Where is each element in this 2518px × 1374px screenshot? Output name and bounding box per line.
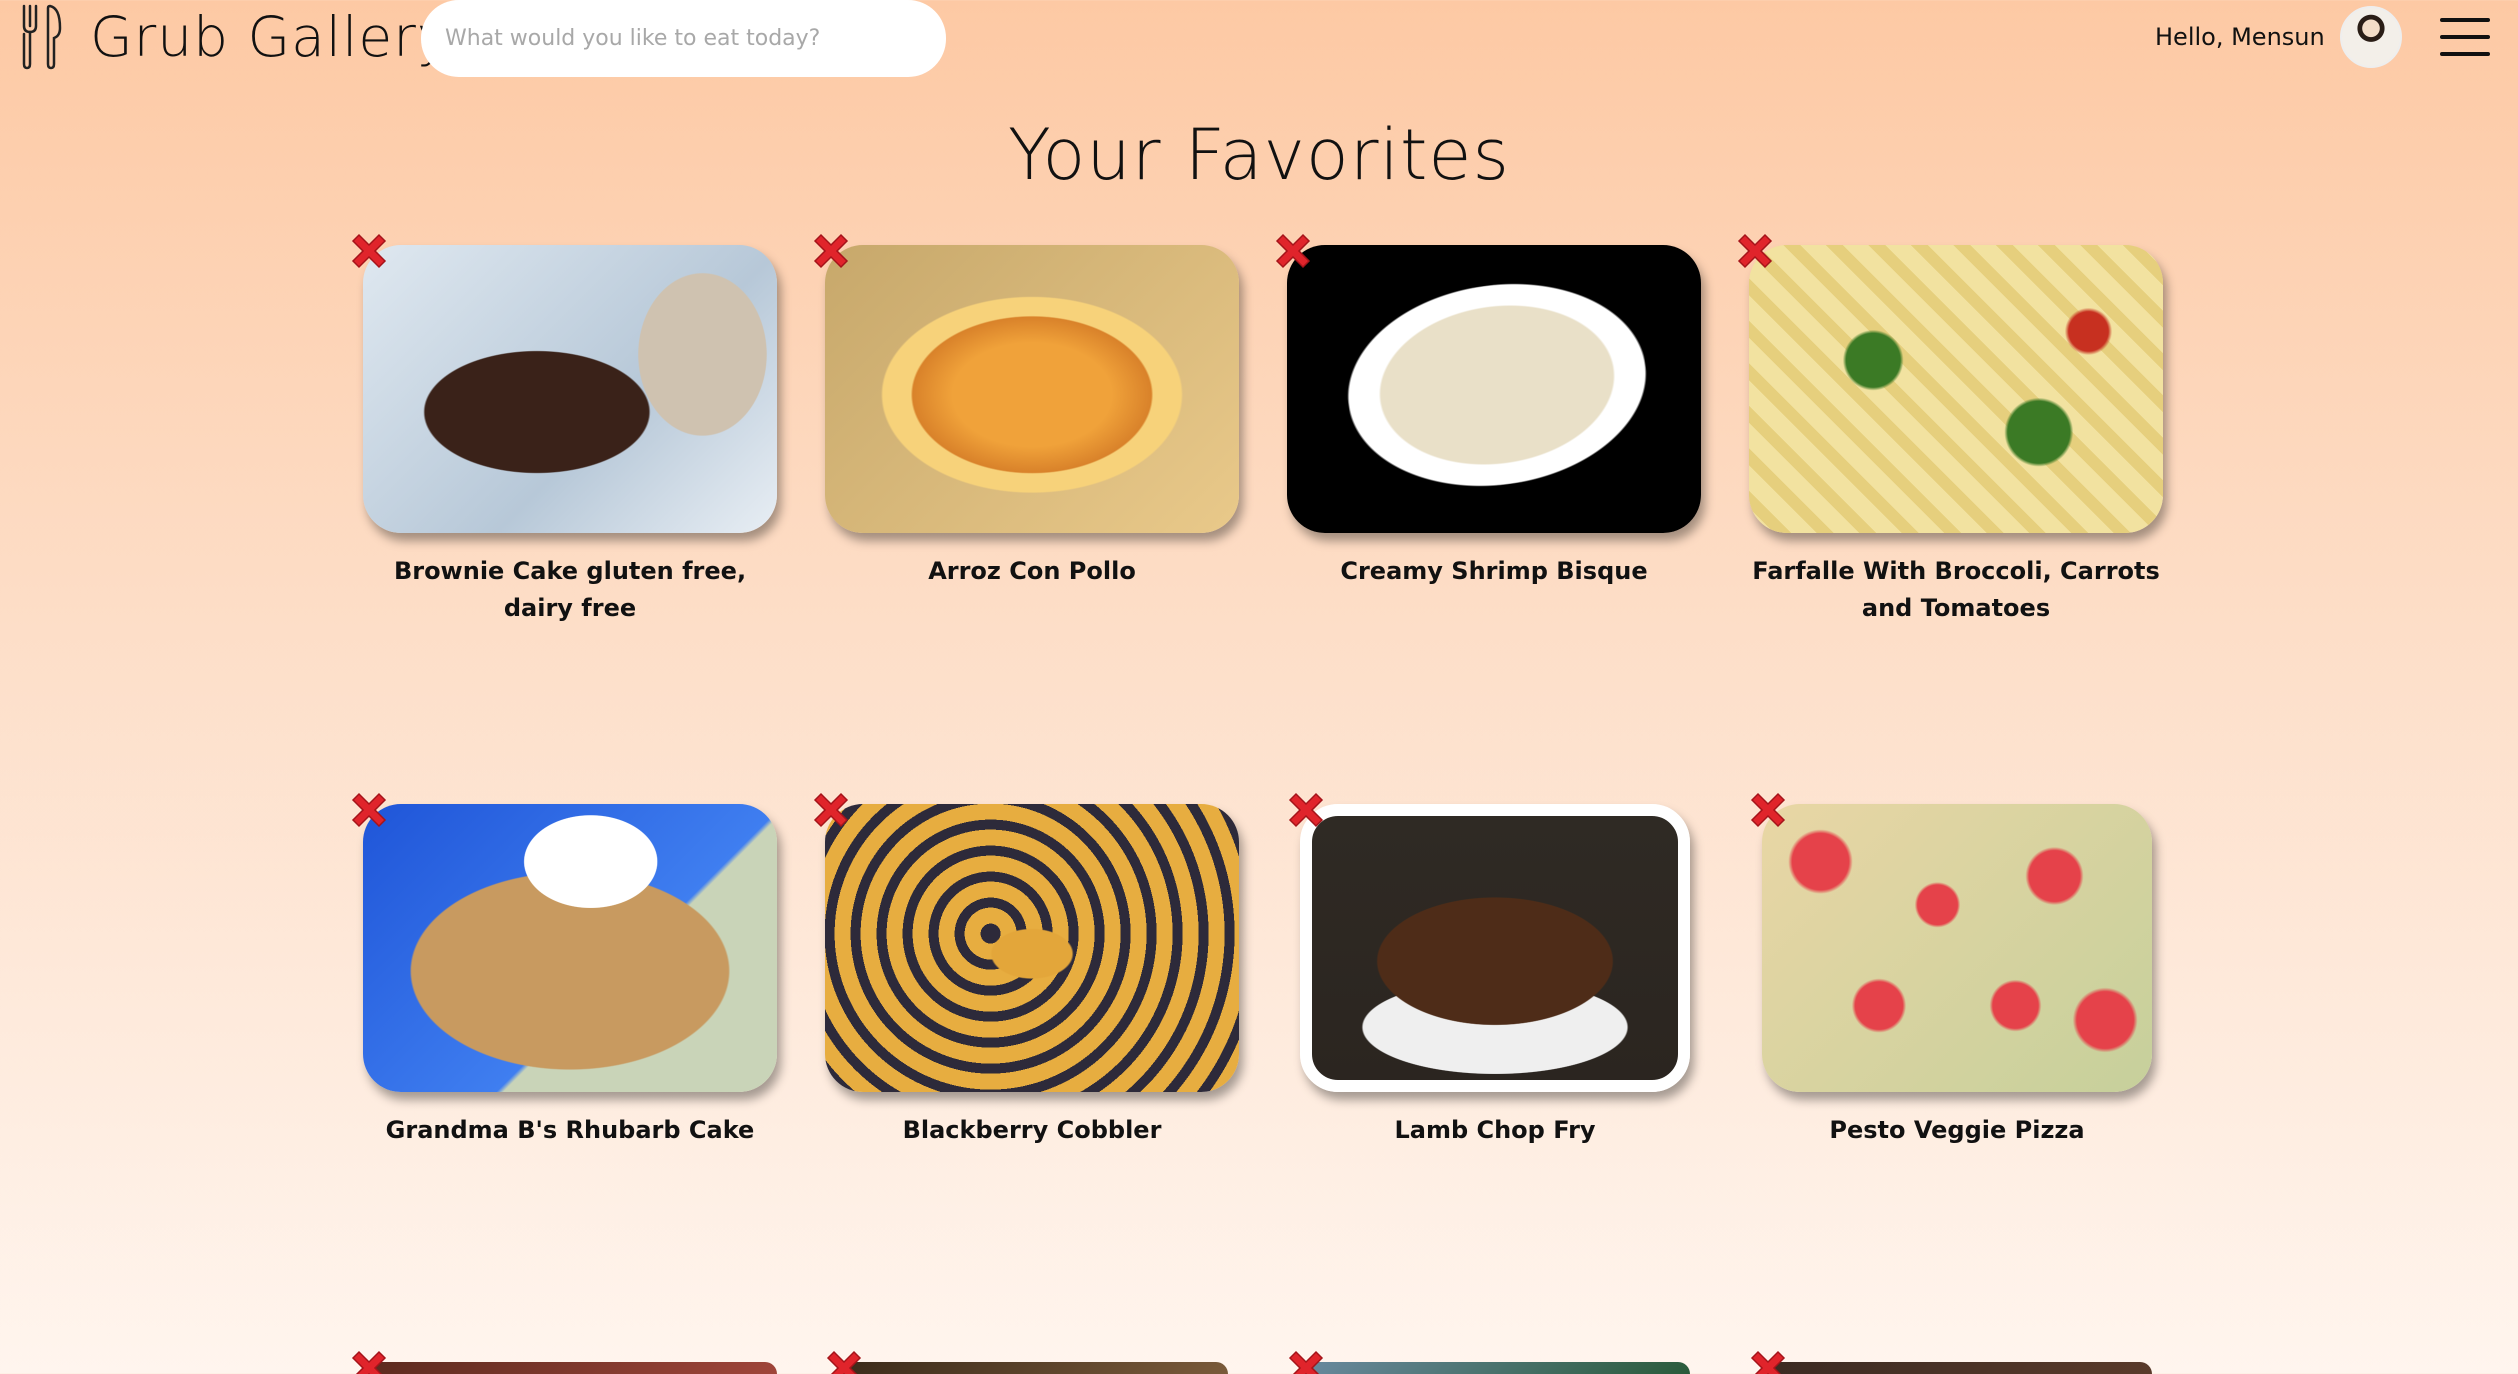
favorite-card[interactable]: Arroz Con Pollo xyxy=(813,233,1239,705)
remove-favorite-icon[interactable] xyxy=(1744,786,1792,834)
recipe-image[interactable] xyxy=(1762,1362,2152,1374)
favorite-card[interactable] xyxy=(1750,1350,2152,1374)
recipe-title[interactable]: Grandma B's Rhubarb Cake xyxy=(363,1112,777,1149)
menu-bar xyxy=(2440,52,2490,56)
favorite-card[interactable]: Lamb Chop Fry xyxy=(1288,792,1690,1264)
favorite-card[interactable] xyxy=(351,1350,777,1374)
recipe-image[interactable] xyxy=(825,245,1239,533)
menu-bar xyxy=(2440,35,2490,39)
page-title: Your Favorites xyxy=(1008,114,1510,196)
recipe-image[interactable] xyxy=(838,1362,1228,1374)
remove-favorite-icon[interactable] xyxy=(345,1344,393,1374)
user-greeting: Hello, Mensun xyxy=(2155,23,2325,51)
recipe-title[interactable]: Arroz Con Pollo xyxy=(825,553,1239,590)
recipe-title[interactable]: Farfalle With Broccoli, Carrots and Toma… xyxy=(1749,553,2163,627)
recipe-title[interactable]: Lamb Chop Fry xyxy=(1300,1112,1690,1149)
recipe-title[interactable]: Pesto Veggie Pizza xyxy=(1762,1112,2152,1149)
top-bar: Grub Gallery Hello, Mensun xyxy=(0,0,2518,80)
favorite-card[interactable]: Creamy Shrimp Bisque xyxy=(1275,233,1701,705)
recipe-image[interactable] xyxy=(363,1362,777,1374)
recipe-image[interactable] xyxy=(825,804,1239,1092)
remove-favorite-icon[interactable] xyxy=(345,786,393,834)
fork-knife-icon[interactable] xyxy=(20,4,64,70)
recipe-title[interactable]: Creamy Shrimp Bisque xyxy=(1287,553,1701,590)
menu-bar xyxy=(2440,18,2490,22)
avatar[interactable] xyxy=(2340,6,2402,68)
recipe-title[interactable]: Brownie Cake gluten free, dairy free xyxy=(363,553,777,627)
remove-favorite-icon[interactable] xyxy=(345,227,393,275)
remove-favorite-icon[interactable] xyxy=(1282,1344,1330,1374)
remove-favorite-icon[interactable] xyxy=(807,227,855,275)
recipe-image[interactable] xyxy=(363,804,777,1092)
search-input[interactable] xyxy=(421,0,946,77)
hamburger-menu-icon[interactable] xyxy=(2440,18,2490,56)
remove-favorite-icon[interactable] xyxy=(807,786,855,834)
recipe-title[interactable]: Blackberry Cobbler xyxy=(825,1112,1239,1149)
remove-favorite-icon[interactable] xyxy=(1269,227,1317,275)
recipe-image[interactable] xyxy=(363,245,777,533)
recipe-image[interactable] xyxy=(1300,804,1690,1092)
favorite-card[interactable]: Grandma B's Rhubarb Cake xyxy=(351,792,777,1264)
remove-favorite-icon[interactable] xyxy=(1731,227,1779,275)
favorite-card[interactable] xyxy=(826,1350,1228,1374)
favorite-card[interactable]: Pesto Veggie Pizza xyxy=(1750,792,2152,1264)
recipe-image[interactable] xyxy=(1749,245,2163,533)
recipe-image[interactable] xyxy=(1287,245,1701,533)
favorite-card[interactable] xyxy=(1288,1350,1690,1374)
remove-favorite-icon[interactable] xyxy=(1744,1344,1792,1374)
recipe-image[interactable] xyxy=(1300,1362,1690,1374)
favorite-card[interactable]: Brownie Cake gluten free, dairy free xyxy=(351,233,777,705)
favorite-card[interactable]: Blackberry Cobbler xyxy=(813,792,1239,1264)
brand-title[interactable]: Grub Gallery xyxy=(90,4,450,70)
remove-favorite-icon[interactable] xyxy=(1282,786,1330,834)
remove-favorite-icon[interactable] xyxy=(820,1344,868,1374)
favorite-card[interactable]: Farfalle With Broccoli, Carrots and Toma… xyxy=(1737,233,2163,705)
recipe-image[interactable] xyxy=(1762,804,2152,1092)
